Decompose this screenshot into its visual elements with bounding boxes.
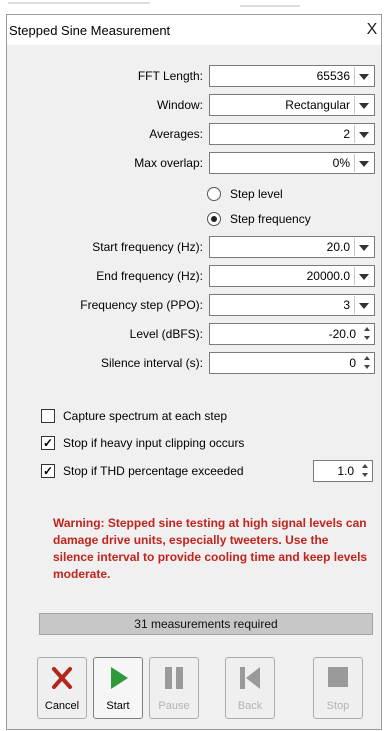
silence-interval-spinner[interactable]: 0: [209, 352, 375, 374]
fft-length-value: 65536: [316, 69, 350, 83]
chevron-down-icon[interactable]: [354, 154, 373, 172]
measurements-status: 31 measurements required: [39, 613, 373, 635]
start-frequency-label: Start frequency (Hz):: [92, 240, 203, 254]
stepped-sine-dialog: Stepped Sine Measurement X FFT Length: 6…: [6, 14, 382, 730]
end-frequency-value: 20000.0: [306, 269, 350, 283]
start-frequency-value: 20.0: [326, 240, 350, 254]
stop-clipping-checkbox[interactable]: ✓: [41, 436, 55, 450]
thd-spinner[interactable]: 1.0: [313, 460, 373, 482]
spinner-arrows[interactable]: [359, 462, 371, 480]
frequency-step-value: 3: [343, 298, 350, 312]
end-frequency-select[interactable]: 20000.0: [209, 265, 375, 287]
capture-spectrum-label[interactable]: Capture spectrum at each step: [63, 409, 227, 423]
chevron-down-icon[interactable]: [354, 67, 373, 85]
start-frequency-select[interactable]: 20.0: [209, 236, 375, 258]
stop-thd-checkbox[interactable]: ✓: [41, 464, 55, 478]
step-frequency-label[interactable]: Step frequency: [230, 212, 311, 226]
chevron-down-icon[interactable]: [354, 238, 373, 256]
max-overlap-select[interactable]: 0%: [209, 152, 375, 174]
level-label: Level (dBFS):: [129, 327, 203, 341]
stop-thd-label[interactable]: Stop if THD percentage exceeded: [63, 464, 244, 478]
fft-length-label: FFT Length:: [137, 69, 203, 83]
pause-icon: [165, 667, 183, 689]
frequency-step-select[interactable]: 3: [209, 294, 375, 316]
start-button[interactable]: Start: [93, 657, 143, 719]
spin-down-icon[interactable]: [361, 334, 373, 343]
background-window-strip: [0, 0, 388, 14]
pause-label: Pause: [158, 700, 190, 712]
spinner-arrows[interactable]: [361, 325, 373, 343]
chevron-down-icon[interactable]: [354, 125, 373, 143]
spin-down-icon[interactable]: [359, 471, 371, 480]
window-label: Window:: [156, 98, 203, 112]
spinner-arrows[interactable]: [361, 354, 373, 372]
max-overlap-label: Max overlap:: [134, 156, 203, 170]
stop-label: Stop: [326, 700, 350, 712]
step-level-radio[interactable]: [207, 187, 221, 201]
frequency-step-label: Frequency step (PPO):: [80, 298, 203, 312]
averages-value: 2: [343, 127, 350, 141]
warning-text: Warning: Stepped sine testing at high si…: [53, 516, 368, 581]
fft-length-select[interactable]: 65536: [209, 65, 375, 87]
stop-icon: [328, 667, 348, 687]
cancel-button[interactable]: Cancel: [37, 657, 87, 719]
chevron-down-icon[interactable]: [354, 296, 373, 314]
x-icon: [52, 667, 72, 689]
back-label: Back: [237, 700, 263, 712]
skip-back-icon: [240, 667, 260, 689]
pause-button[interactable]: Pause: [149, 657, 199, 719]
averages-select[interactable]: 2: [209, 123, 375, 145]
stop-button[interactable]: Stop: [313, 657, 363, 719]
capture-spectrum-checkbox[interactable]: [41, 409, 55, 423]
end-frequency-label: End frequency (Hz):: [96, 269, 203, 283]
thd-value: 1.0: [337, 464, 354, 478]
play-icon: [111, 667, 128, 689]
chevron-down-icon[interactable]: [354, 96, 373, 114]
spin-down-icon[interactable]: [361, 363, 373, 372]
chevron-down-icon[interactable]: [354, 267, 373, 285]
step-level-label[interactable]: Step level: [230, 187, 283, 201]
max-overlap-value: 0%: [332, 156, 350, 170]
step-frequency-radio[interactable]: [207, 212, 221, 226]
cancel-label: Cancel: [44, 700, 80, 712]
close-button[interactable]: X: [363, 19, 381, 41]
start-label: Start: [106, 700, 130, 712]
silence-interval-label: Silence interval (s):: [100, 356, 203, 370]
title-bar: Stepped Sine Measurement X: [7, 15, 381, 45]
window-title: Stepped Sine Measurement: [9, 23, 171, 38]
background-window-marks: [8, 2, 300, 7]
window-select[interactable]: Rectangular: [209, 94, 375, 116]
level-value: -20.0: [328, 327, 356, 341]
averages-label: Averages:: [149, 127, 203, 141]
level-spinner[interactable]: -20.0: [209, 323, 375, 345]
silence-interval-value: 0: [349, 356, 356, 370]
stop-clipping-label[interactable]: Stop if heavy input clipping occurs: [63, 436, 244, 450]
back-button[interactable]: Back: [225, 657, 275, 719]
window-value: Rectangular: [285, 98, 350, 112]
